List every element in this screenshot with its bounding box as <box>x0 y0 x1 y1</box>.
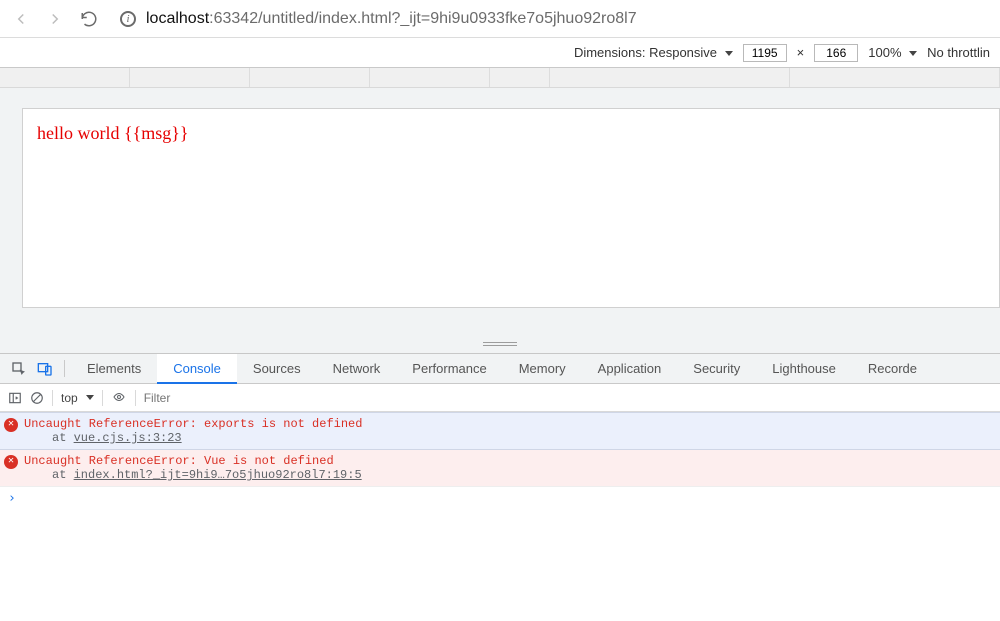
dimensions-label: Dimensions: Responsive <box>574 45 717 60</box>
device-toolbar: Dimensions: Responsive × 100% No throttl… <box>0 38 1000 68</box>
console-output: ✕ Uncaught ReferenceError: exports is no… <box>0 412 1000 510</box>
page-content-text: hello world {{msg}} <box>37 123 985 144</box>
chevron-down-icon <box>725 51 733 56</box>
drag-handle-icon <box>483 342 517 346</box>
rendered-page: hello world {{msg}} <box>22 108 1000 308</box>
stack-trace: at index.html?_ijt=9hi9…7o5jhuo92ro8l7:1… <box>52 468 362 482</box>
dimensions-separator: × <box>797 45 805 60</box>
tab-security[interactable]: Security <box>677 354 756 383</box>
throttling-value: No throttlin <box>927 45 990 60</box>
tab-sources[interactable]: Sources <box>237 354 317 383</box>
tab-elements[interactable]: Elements <box>71 354 157 383</box>
error-text: Uncaught ReferenceError: Vue is not defi… <box>24 454 334 468</box>
devtools-resize-row[interactable] <box>0 334 1000 354</box>
toggle-device-toolbar-icon[interactable] <box>32 354 58 383</box>
reload-button[interactable] <box>78 8 100 30</box>
error-text: Uncaught ReferenceError: exports is not … <box>24 417 362 431</box>
ruler <box>0 68 1000 88</box>
throttling-dropdown[interactable]: No throttlin <box>927 45 990 60</box>
prompt-caret-icon: › <box>8 491 16 506</box>
inspect-element-icon[interactable] <box>6 354 32 383</box>
console-filter-input[interactable] <box>144 391 992 405</box>
devtools-tabs: Elements Console Sources Network Perform… <box>0 354 1000 384</box>
tab-memory[interactable]: Memory <box>503 354 582 383</box>
tab-network[interactable]: Network <box>317 354 397 383</box>
execution-context-value: top <box>61 391 78 405</box>
site-info-icon[interactable]: i <box>120 11 136 27</box>
back-button[interactable] <box>10 8 32 30</box>
tab-application[interactable]: Application <box>582 354 678 383</box>
address-bar[interactable]: i localhost:63342/untitled/index.html?_i… <box>112 5 990 33</box>
url-host: localhost <box>146 10 209 27</box>
execution-context-selector[interactable]: top <box>61 391 94 405</box>
viewport-height-input[interactable] <box>814 44 858 62</box>
forward-button[interactable] <box>44 8 66 30</box>
zoom-dropdown[interactable]: 100% <box>868 45 917 60</box>
console-error-message[interactable]: ✕ Uncaught ReferenceError: Vue is not de… <box>0 450 1000 487</box>
console-toolbar: top <box>0 384 1000 412</box>
viewport-width-input[interactable] <box>743 44 787 62</box>
toggle-console-sidebar-icon[interactable] <box>8 391 22 405</box>
live-expression-icon[interactable] <box>111 390 127 406</box>
tab-recorder[interactable]: Recorde <box>852 354 933 383</box>
chevron-down-icon <box>909 51 917 56</box>
tab-performance[interactable]: Performance <box>396 354 502 383</box>
zoom-value: 100% <box>868 45 901 60</box>
source-link[interactable]: vue.cjs.js:3:23 <box>74 431 182 445</box>
tab-lighthouse[interactable]: Lighthouse <box>756 354 852 383</box>
stack-trace: at vue.cjs.js:3:23 <box>52 431 182 445</box>
url-rest: :63342/untitled/index.html?_ijt=9hi9u093… <box>209 10 636 27</box>
viewport-area: hello world {{msg}} <box>0 88 1000 334</box>
source-link[interactable]: index.html?_ijt=9hi9…7o5jhuo92ro8l7:19:5 <box>74 468 362 482</box>
console-error-message[interactable]: ✕ Uncaught ReferenceError: exports is no… <box>0 412 1000 450</box>
error-icon: ✕ <box>4 455 18 469</box>
dimensions-dropdown[interactable]: Dimensions: Responsive <box>574 45 733 60</box>
browser-toolbar: i localhost:63342/untitled/index.html?_i… <box>0 0 1000 38</box>
chevron-down-icon <box>86 395 94 400</box>
clear-console-icon[interactable] <box>30 391 44 405</box>
tab-console[interactable]: Console <box>157 354 237 384</box>
url-text: localhost:63342/untitled/index.html?_ijt… <box>146 10 637 28</box>
console-prompt[interactable]: › <box>0 487 1000 510</box>
error-icon: ✕ <box>4 418 18 432</box>
